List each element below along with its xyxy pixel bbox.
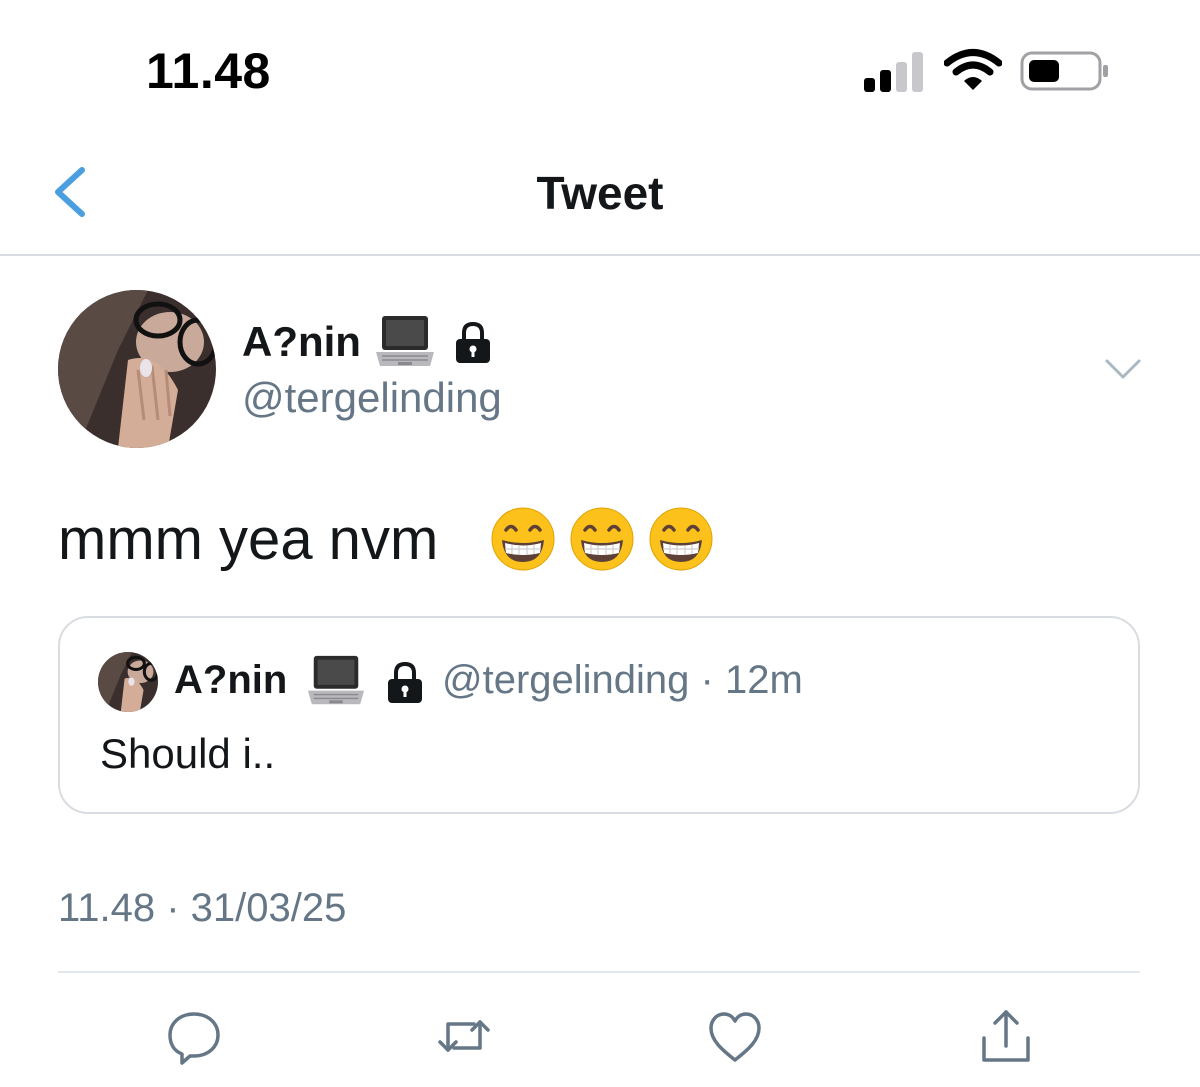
tweet-timestamp: 11.48 · 31/03/25 — [58, 886, 347, 930]
laptop-emoji — [376, 316, 434, 366]
quoted-handle-time: @tergelinding · 12m — [442, 658, 803, 702]
quoted-tweet[interactable]: A?nin @tergelinding · 12m Should i.. — [58, 616, 1140, 814]
quoted-author-name: A?nin — [174, 658, 288, 702]
grinning-face-emoji — [570, 507, 634, 571]
chevron-down-icon[interactable] — [1104, 356, 1142, 382]
avatar — [98, 652, 158, 712]
grinning-face-emoji — [649, 507, 713, 571]
lock-icon — [388, 661, 422, 703]
page-title: Tweet — [536, 167, 664, 219]
tweet-text: mmm yea nvm — [58, 507, 439, 572]
wifi-icon — [944, 49, 1002, 90]
like-icon[interactable] — [705, 1006, 765, 1066]
laptop-emoji — [307, 655, 365, 705]
retweet-icon[interactable] — [434, 1006, 494, 1066]
cellular-signal-icon — [864, 52, 928, 92]
battery-icon — [1020, 51, 1108, 91]
grinning-face-emoji — [491, 507, 555, 571]
quoted-tweet-text: Should i.. — [100, 730, 276, 777]
status-bar: 11.48 — [0, 0, 1200, 130]
share-icon[interactable] — [976, 1006, 1036, 1066]
author-display-name[interactable]: A?nin — [242, 318, 361, 366]
navigation-bar: Tweet — [0, 130, 1200, 256]
divider — [58, 971, 1140, 973]
reply-icon[interactable] — [164, 1006, 224, 1066]
avatar[interactable] — [58, 290, 216, 448]
status-time: 11.48 — [146, 43, 271, 99]
lock-icon — [456, 321, 490, 363]
author-handle[interactable]: @tergelinding — [242, 374, 502, 422]
